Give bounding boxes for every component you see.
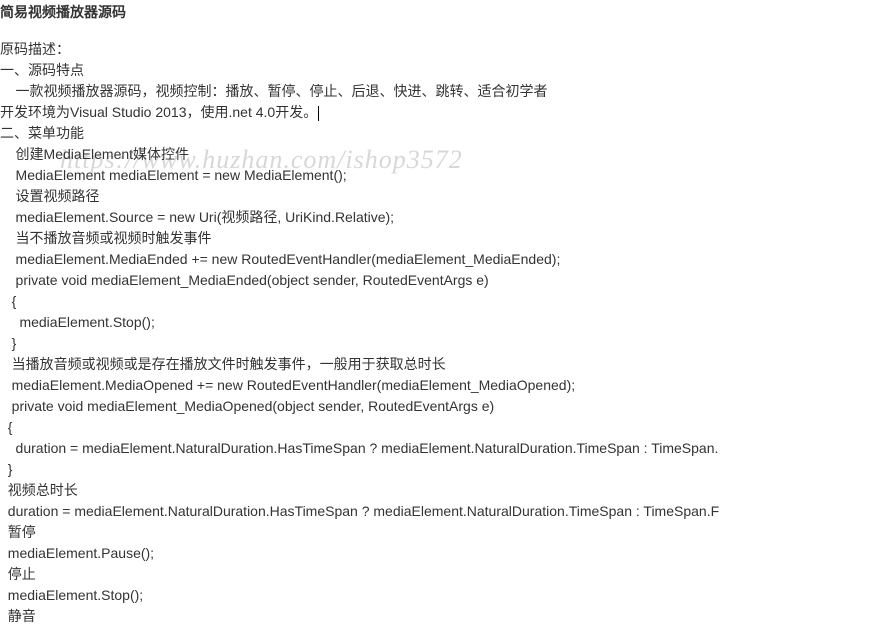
code-line: 当播放音频或视频或是存在播放文件时触发事件，一般用于获取总时长 <box>0 354 888 375</box>
code-line: mediaElement.Pause(); <box>0 543 888 564</box>
section1-line2: 开发环境为Visual Studio 2013，使用.net 4.0开发。 <box>0 102 888 123</box>
section1-line1: 一款视频播放器源码，视频控制：播放、暂停、停止、后退、快进、跳转、适合初学者 <box>0 81 888 102</box>
code-line: 视频总时长 <box>0 480 888 501</box>
code-line: { <box>0 291 888 312</box>
code-line: 静音 <box>0 606 888 627</box>
document-title: 简易视频播放器源码 <box>0 2 888 23</box>
code-line: 暂停 <box>0 522 888 543</box>
code-line: } <box>0 459 888 480</box>
code-line: 当不播放音频或视频时触发事件 <box>0 228 888 249</box>
code-line: 设置视频路径 <box>0 186 888 207</box>
code-line: mediaElement.Stop(); <box>0 312 888 333</box>
code-line: { <box>0 417 888 438</box>
code-line: } <box>0 333 888 354</box>
code-line: MediaElement mediaElement = new MediaEle… <box>0 165 888 186</box>
code-line: 停止 <box>0 564 888 585</box>
code-line: mediaElement.MediaEnded += new RoutedEve… <box>0 249 888 270</box>
desc-header: 原码描述： <box>0 39 888 60</box>
text-cursor <box>318 106 319 121</box>
code-line: mediaElement.MediaOpened += new RoutedEv… <box>0 375 888 396</box>
code-line: mediaElement.Stop(); <box>0 585 888 606</box>
code-line: private void mediaElement_MediaOpened(ob… <box>0 396 888 417</box>
section2-header: 二、菜单功能 <box>0 123 888 144</box>
code-line: duration = mediaElement.NaturalDuration.… <box>0 501 888 522</box>
code-line: private void mediaElement_MediaEnded(obj… <box>0 270 888 291</box>
section1-header: 一、源码特点 <box>0 60 888 81</box>
code-line: 创建MediaElement媒体控件 <box>0 144 888 165</box>
section1-line2-text: 开发环境为Visual Studio 2013，使用.net 4.0开发。 <box>0 104 317 120</box>
code-line: mediaElement.Source = new Uri(视频路径, UriK… <box>0 207 888 228</box>
code-line: duration = mediaElement.NaturalDuration.… <box>0 438 888 459</box>
